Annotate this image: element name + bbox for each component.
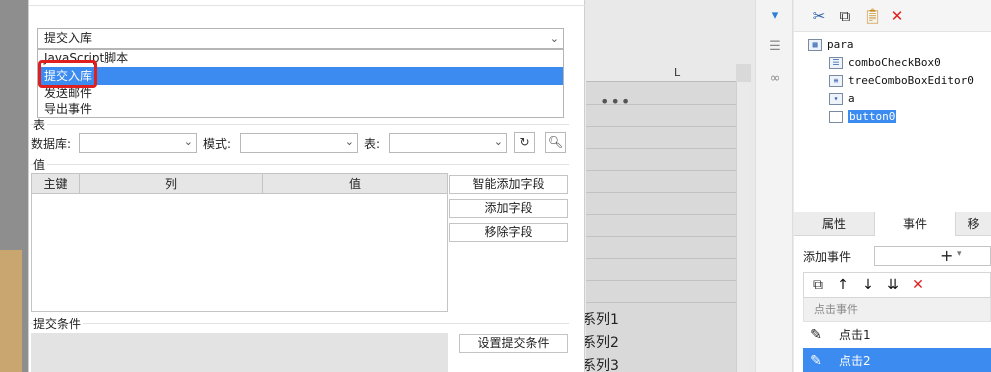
- dropdown-icon: ▾: [829, 93, 843, 105]
- column-header-value[interactable]: 值: [263, 174, 447, 194]
- edit-icon[interactable]: ✎: [807, 348, 825, 372]
- row-line: [586, 280, 736, 281]
- add-event-button[interactable]: + ▾: [874, 246, 991, 266]
- tree-node-a[interactable]: ▾ a: [829, 92, 855, 106]
- table-header: 主键 列 值: [32, 174, 447, 194]
- series-label: 系列2: [582, 335, 619, 351]
- series-label: 系列3: [582, 358, 619, 372]
- event-item-selected[interactable]: ✎ 点击2: [803, 348, 991, 372]
- side-toolbar: ▾ ☰ ∞: [755, 0, 793, 372]
- dropdown-option-javascript[interactable]: JavaScript脚本: [38, 50, 563, 66]
- commit-type-value: 提交入库: [44, 31, 93, 45]
- widget-panel: ✂ ⧉ 📋︎ ✕ ▦ para ☰ comboCheckBox0 ≡ treeComb…: [794, 0, 991, 372]
- panel-tabs: 属性 事件 移: [794, 212, 991, 236]
- highlight-box: [38, 60, 97, 88]
- button-icon: [829, 111, 843, 123]
- table-section-title: 表: [33, 116, 48, 133]
- value-section-title: 值: [33, 156, 48, 173]
- table-combo[interactable]: ⌄: [389, 133, 507, 153]
- add-field-button[interactable]: 添加字段: [449, 199, 568, 218]
- row-line: [586, 170, 736, 171]
- tree-node-combo-checkbox[interactable]: ☰ comboCheckBox0: [829, 56, 941, 70]
- commit-dialog: 提交入库 ⌄ JavaScript脚本 提交入库 发送邮件 导出事件 表 数据库…: [28, 0, 586, 372]
- series-label: 系列1: [582, 312, 619, 328]
- chevron-down-icon: ⌄: [549, 32, 559, 45]
- tab-more[interactable]: 移: [956, 212, 991, 236]
- cut-icon[interactable]: ✂: [810, 6, 828, 26]
- refresh-button[interactable]: ↻: [514, 132, 535, 153]
- plus-icon: +: [940, 246, 954, 265]
- form-icon: ▦: [808, 39, 822, 51]
- search-icon: 🔍︎: [547, 135, 564, 149]
- tree-node-root[interactable]: ▦ para: [808, 38, 854, 52]
- event-list-header: 点击事件: [803, 298, 991, 322]
- table-label: 表:: [364, 137, 381, 151]
- field-table: 主键 列 值: [31, 173, 448, 312]
- column-letter: L: [674, 66, 681, 79]
- add-event-label: 添加事件: [803, 250, 852, 264]
- remove-field-button[interactable]: 移除字段: [449, 223, 568, 242]
- event-toolbar: ⧉ ↑ ↓ ⇊ ✕: [803, 272, 991, 298]
- column-header-column[interactable]: 列: [80, 174, 263, 194]
- condition-section-title: 提交条件: [33, 315, 84, 332]
- row-line: [586, 192, 736, 193]
- chevron-down-icon: ▾: [957, 249, 962, 259]
- row-line: [586, 236, 736, 237]
- combobox-icon: ☰: [829, 57, 843, 69]
- chevron-down-icon: ⌄: [183, 135, 193, 148]
- dropdown-option-export[interactable]: 导出事件: [38, 101, 563, 117]
- column-header-primary-key[interactable]: 主键: [32, 174, 80, 194]
- mode-combo[interactable]: ⌄: [240, 133, 358, 153]
- dropdown-option-commit[interactable]: 提交入库: [38, 67, 563, 85]
- tab-events[interactable]: 事件: [874, 212, 956, 236]
- row-line: [586, 258, 736, 259]
- move-bottom-icon[interactable]: ⇊: [884, 276, 902, 294]
- copy-icon[interactable]: ⧉: [836, 6, 854, 26]
- sheet-scrollbar[interactable]: [736, 82, 751, 372]
- arrow-up-icon[interactable]: ↑: [834, 276, 852, 294]
- edit-icon[interactable]: ✎: [807, 322, 825, 348]
- section-divider: [31, 164, 569, 165]
- section-divider: [31, 124, 569, 125]
- mode-label: 模式:: [203, 137, 232, 151]
- set-condition-button[interactable]: 设置提交条件: [459, 334, 568, 353]
- copy-icon[interactable]: ⧉: [809, 276, 827, 294]
- link-icon[interactable]: ∞: [765, 70, 785, 88]
- paste-icon[interactable]: 📋︎: [863, 6, 882, 26]
- condition-area[interactable]: [31, 333, 448, 372]
- row-line: [586, 126, 736, 127]
- more-icon[interactable]: •••: [600, 92, 631, 111]
- row-line: [586, 214, 736, 215]
- tree-toolbar: ✂ ⧉ 📋︎ ✕: [794, 0, 991, 32]
- chevron-down-icon: ⌄: [493, 135, 503, 148]
- column-header[interactable]: L: [586, 64, 736, 82]
- dropdown-option-email[interactable]: 发送邮件: [38, 85, 563, 101]
- chevron-down-icon: ⌄: [344, 135, 354, 148]
- preview-button[interactable]: 🔍︎: [545, 132, 566, 153]
- layers-icon[interactable]: ☰: [765, 38, 785, 56]
- delete-icon[interactable]: ✕: [909, 276, 927, 294]
- row-line: [586, 148, 736, 149]
- tree-node-button[interactable]: button0: [829, 110, 897, 124]
- delete-icon[interactable]: ✕: [888, 6, 906, 26]
- arrow-down-icon[interactable]: ↓: [859, 276, 877, 294]
- dialog-top-border: [29, 0, 586, 6]
- row-line: [586, 302, 736, 303]
- background-widget: [0, 250, 22, 372]
- widget-tree-icon[interactable]: ▾: [765, 7, 785, 25]
- refresh-icon: ↻: [519, 135, 530, 149]
- database-label: 数据库:: [31, 137, 72, 151]
- commit-type-dropdown: JavaScript脚本 提交入库 发送邮件 导出事件: [37, 49, 564, 118]
- section-divider: [31, 323, 569, 324]
- smart-add-fields-button[interactable]: 智能添加字段: [449, 175, 568, 194]
- event-item[interactable]: ✎ 点击1: [803, 322, 991, 348]
- tree-combo-icon: ≡: [829, 75, 843, 87]
- database-combo[interactable]: ⌄: [79, 133, 197, 153]
- commit-type-select[interactable]: 提交入库 ⌄: [37, 28, 564, 49]
- tab-properties[interactable]: 属性: [794, 212, 874, 236]
- tree-node-tree-combo[interactable]: ≡ treeComboBoxEditor0: [829, 74, 974, 88]
